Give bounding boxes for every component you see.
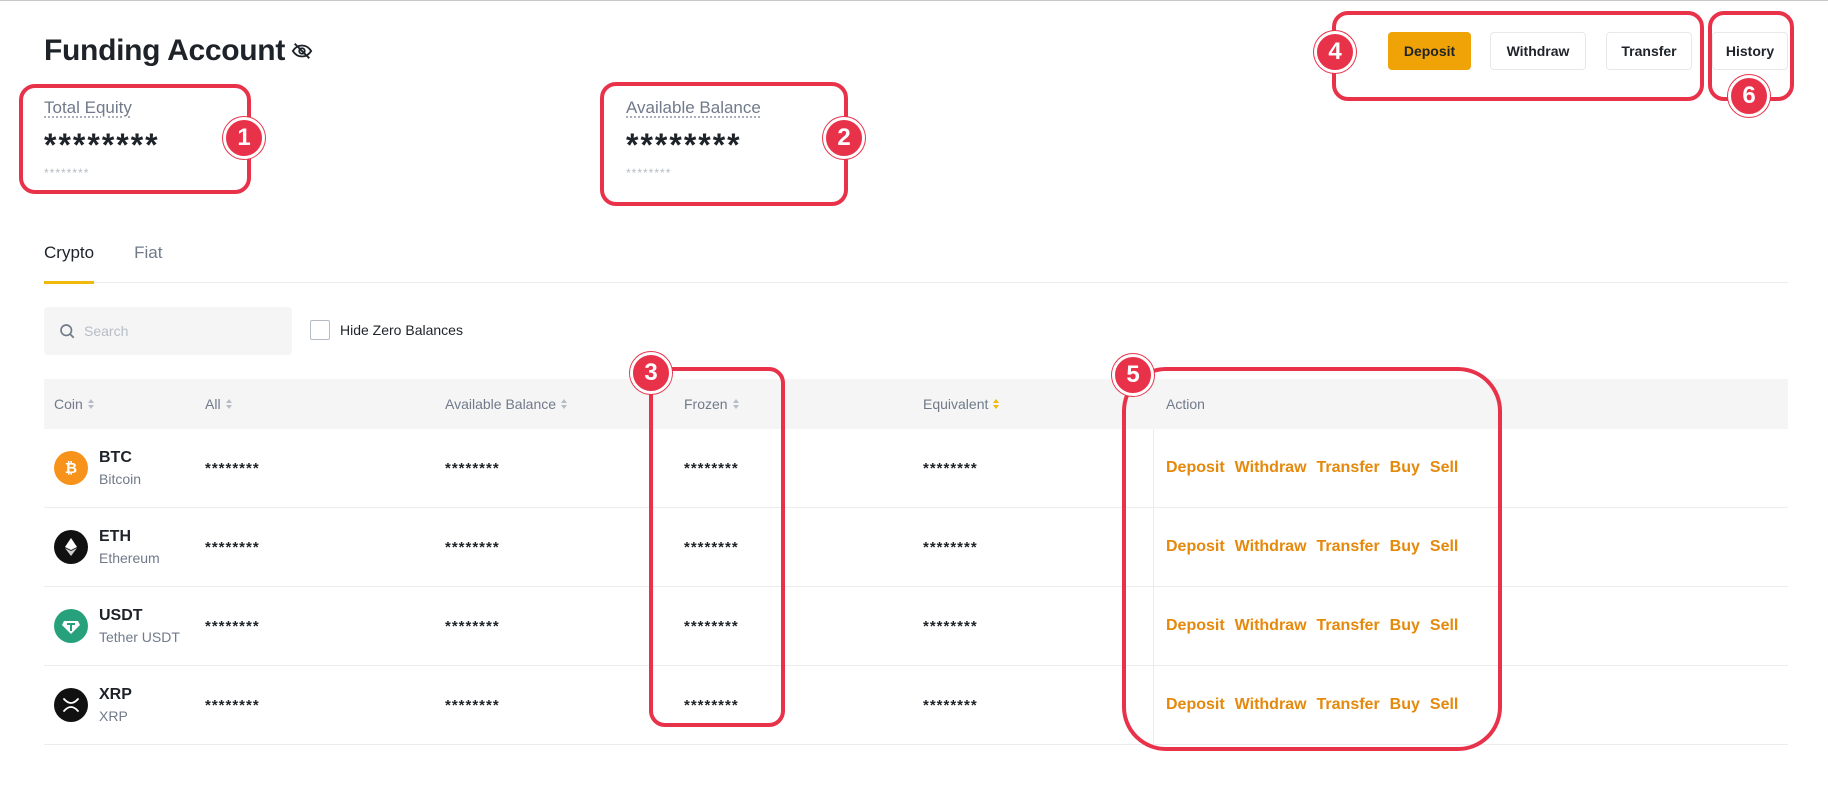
coin-symbol: BTC: [99, 449, 132, 466]
callout-box-row-actions: [1122, 367, 1502, 751]
ethereum-icon: [54, 530, 88, 564]
hide-zero-balances-toggle[interactable]: Hide Zero Balances: [310, 320, 463, 340]
top-divider: [0, 0, 1828, 1]
tab-crypto[interactable]: Crypto: [44, 243, 95, 284]
all-value: ********: [205, 697, 260, 714]
hide-zero-label: Hide Zero Balances: [340, 322, 463, 338]
coin-symbol: USDT: [99, 607, 143, 624]
tab-fiat[interactable]: Fiat: [134, 243, 162, 283]
bitcoin-icon: ₿: [54, 451, 88, 485]
column-all[interactable]: All: [205, 396, 232, 412]
callout-badge-3: 3: [630, 352, 672, 394]
search-input[interactable]: [84, 323, 284, 339]
callout-box-top-actions: [1332, 11, 1704, 101]
page-title: Funding Account: [44, 34, 286, 67]
available-value: ********: [445, 539, 500, 556]
coin-name: XRP: [99, 708, 128, 724]
coin-symbol: ETH: [99, 528, 131, 545]
equivalent-value: ********: [923, 460, 978, 477]
assets-table: Coin All Available Balance Frozen Equiva…: [44, 379, 1788, 745]
coin-cell[interactable]: ₿ BTC Bitcoin: [54, 449, 141, 487]
table-row: USDT Tether USDT ******** ******** *****…: [44, 587, 1788, 666]
search-icon: [58, 322, 76, 340]
eye-off-icon[interactable]: [291, 40, 315, 64]
callout-badge-1: 1: [223, 117, 265, 159]
column-coin[interactable]: Coin: [54, 396, 94, 412]
callout-badge-5: 5: [1112, 354, 1154, 396]
available-value: ********: [445, 697, 500, 714]
callout-box-available-balance: [600, 82, 848, 206]
hide-zero-checkbox[interactable]: [310, 320, 330, 340]
callout-box-total-equity: [19, 84, 251, 194]
callout-badge-2: 2: [823, 117, 865, 159]
equivalent-value: ********: [923, 697, 978, 714]
coin-name: Tether USDT: [99, 629, 180, 645]
svg-text:₿: ₿: [65, 459, 77, 477]
column-equivalent-label: Equivalent: [923, 396, 989, 412]
asset-tabs: Crypto Fiat: [44, 243, 1788, 284]
column-available-label: Available Balance: [445, 396, 557, 412]
coin-cell[interactable]: USDT Tether USDT: [54, 607, 180, 645]
search-box[interactable]: [44, 307, 292, 355]
coin-cell[interactable]: ETH Ethereum: [54, 528, 160, 566]
coin-symbol: XRP: [99, 686, 132, 703]
sort-icon: [87, 399, 94, 409]
callout-badge-4: 4: [1314, 31, 1356, 73]
sort-icon: [225, 399, 232, 409]
column-coin-label: Coin: [54, 396, 83, 412]
available-value: ********: [445, 618, 500, 635]
column-all-label: All: [205, 396, 221, 412]
tether-icon: [54, 609, 88, 643]
column-available-balance[interactable]: Available Balance: [445, 396, 568, 412]
coin-name: Bitcoin: [99, 471, 142, 487]
table-header: Coin All Available Balance Frozen Equiva…: [44, 379, 1788, 429]
coin-cell[interactable]: XRP XRP: [54, 686, 132, 724]
equivalent-value: ********: [923, 618, 978, 635]
sort-icon: [993, 399, 1000, 409]
all-value: ********: [205, 539, 260, 556]
available-value: ********: [445, 460, 500, 477]
table-row: ETH Ethereum ******** ******** ******** …: [44, 508, 1788, 587]
equivalent-value: ********: [923, 539, 978, 556]
all-value: ********: [205, 460, 260, 477]
column-equivalent[interactable]: Equivalent: [923, 396, 1000, 412]
sort-icon: [561, 399, 568, 409]
callout-box-frozen-column: [649, 367, 785, 727]
table-row: ₿ BTC Bitcoin ******** ******** ********…: [44, 429, 1788, 508]
xrp-icon: [54, 688, 88, 722]
page-header: Funding Account: [44, 34, 315, 68]
all-value: ********: [205, 618, 260, 635]
callout-badge-6: 6: [1728, 75, 1770, 117]
table-row: XRP XRP ******** ******** ******** *****…: [44, 666, 1788, 745]
coin-name: Ethereum: [99, 550, 160, 566]
